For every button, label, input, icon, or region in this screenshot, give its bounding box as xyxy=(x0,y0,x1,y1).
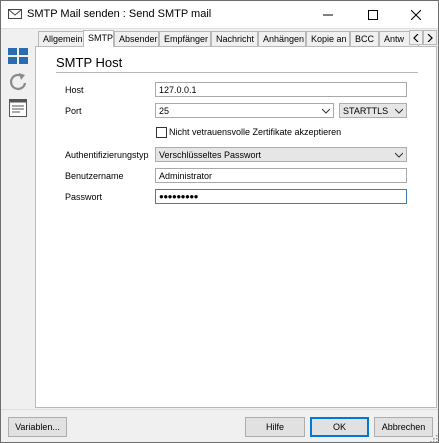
untrusted-cert-checkbox[interactable] xyxy=(156,127,167,138)
tab-scroll-left-button[interactable] xyxy=(409,30,423,45)
port-label: Port xyxy=(65,106,82,116)
minimize-icon xyxy=(323,14,333,16)
section-divider xyxy=(56,72,418,73)
ok-button[interactable]: OK xyxy=(310,417,369,437)
auth-type-select[interactable]: Verschlüsseltes Passwort xyxy=(155,147,407,162)
window-title: SMTP Mail senden : Send SMTP mail xyxy=(27,8,212,20)
title-bar[interactable]: SMTP Mail senden : Send SMTP mail xyxy=(1,1,438,29)
resize-grip-icon[interactable] xyxy=(429,435,438,443)
tab-kopie-an[interactable]: Kopie an xyxy=(306,31,350,47)
port-combobox[interactable]: 25 xyxy=(155,103,334,118)
maximize-icon xyxy=(368,10,378,20)
tab-nachricht[interactable]: Nachricht xyxy=(211,31,258,47)
tab-bcc[interactable]: BCC xyxy=(350,31,379,47)
chevron-right-icon xyxy=(427,33,433,42)
password-input[interactable]: ●●●●●●●●● xyxy=(155,189,407,204)
untrusted-cert-label[interactable]: Nicht vetrauensvolle Zertifikate akzepti… xyxy=(169,127,341,137)
tab-smtp[interactable]: SMTP xyxy=(83,30,114,47)
tab-absender[interactable]: Absender xyxy=(114,31,159,47)
chevron-down-icon xyxy=(395,152,403,158)
chevron-down-icon xyxy=(395,108,403,114)
password-label: Passwort xyxy=(65,192,103,202)
envelope-icon xyxy=(8,8,22,20)
maximize-button[interactable] xyxy=(351,1,395,29)
security-select[interactable]: STARTTLS xyxy=(339,103,407,118)
refresh-icon[interactable] xyxy=(7,71,29,93)
auth-type-label: Authentifizierungstyp xyxy=(65,150,149,160)
tab-allgemein[interactable]: Allgemein xyxy=(38,31,84,47)
close-button[interactable] xyxy=(394,1,438,29)
help-button[interactable]: Hilfe xyxy=(245,417,305,437)
tab-panel-smtp xyxy=(35,46,437,408)
minimize-button[interactable] xyxy=(306,1,350,29)
username-label: Benutzername xyxy=(65,171,124,181)
cancel-button[interactable]: Abbrechen xyxy=(374,417,433,437)
footer-divider xyxy=(1,409,438,410)
host-label: Host xyxy=(65,85,84,95)
tab-strip: Allgemein SMTP Absender Empfänger Nachri… xyxy=(36,30,438,47)
form-view-icon[interactable] xyxy=(7,97,29,119)
tab-scroll-right-button[interactable] xyxy=(423,30,437,45)
chevron-down-icon xyxy=(322,108,330,114)
section-title: SMTP Host xyxy=(56,55,123,70)
tab-empfaenger[interactable]: Empfänger xyxy=(159,31,211,47)
host-input[interactable]: 127.0.0.1 xyxy=(155,82,407,97)
tab-anhaengen[interactable]: Anhängen xyxy=(258,31,306,47)
variables-button[interactable]: Variablen... xyxy=(8,417,67,437)
windows-tiles-icon[interactable] xyxy=(7,45,29,67)
username-input[interactable]: Administrator xyxy=(155,168,407,183)
close-icon xyxy=(411,10,421,20)
chevron-left-icon xyxy=(413,33,419,42)
smtp-mail-dialog: SMTP Mail senden : Send SMTP mail Allgem… xyxy=(0,0,439,443)
